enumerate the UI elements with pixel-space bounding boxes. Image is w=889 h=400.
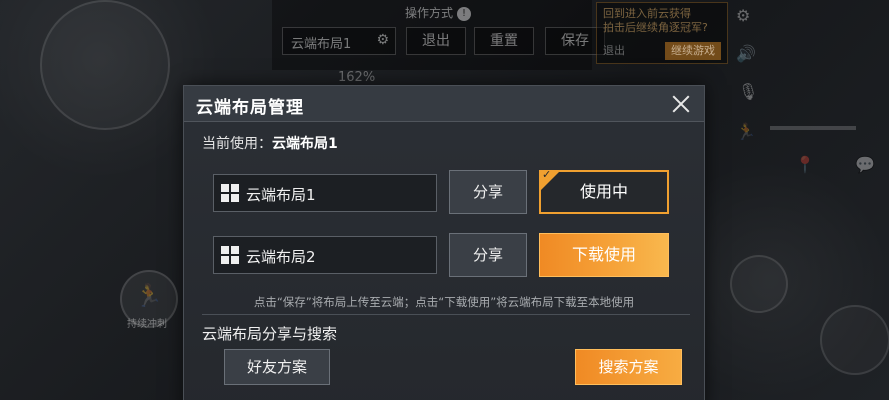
share-button-2[interactable]: 分享 xyxy=(449,233,527,277)
return-exit-button[interactable]: 退出 xyxy=(603,44,625,58)
search-plans-button[interactable]: 搜索方案 xyxy=(575,349,682,385)
speaker-icon[interactable]: 🔊 xyxy=(736,44,756,63)
continue-game-button[interactable]: 继续游戏 xyxy=(665,42,721,60)
mode-label: 操作方式! xyxy=(405,4,472,21)
current-layout-value: 云端布局1 xyxy=(272,136,338,152)
gear-icon[interactable]: ⚙ xyxy=(376,32,389,48)
layout-grid-icon xyxy=(221,246,239,264)
dialog-title: 云端布局管理 xyxy=(196,98,304,118)
return-tip-text: 回到进入前云获得 拍击后继续角逐冠军? xyxy=(603,7,708,34)
divider xyxy=(202,314,690,315)
zoom-percentage: 162% xyxy=(338,70,376,85)
close-icon[interactable] xyxy=(666,89,696,119)
right-action-ring xyxy=(730,255,788,313)
download-use-button[interactable]: 下载使用 xyxy=(539,233,669,277)
mic-icon[interactable]: 🎙 xyxy=(738,82,758,101)
jump-ring xyxy=(820,305,889,375)
return-tip-panel: 回到进入前云获得 拍击后继续角逐冠军? 退出 继续游戏 xyxy=(596,2,728,64)
share-button-1[interactable]: 分享 xyxy=(449,170,527,214)
in-use-label: 使用中 xyxy=(579,182,628,201)
signal-bar xyxy=(770,126,856,130)
layout-slot-1[interactable]: 云端布局1 xyxy=(213,174,437,212)
info-icon[interactable]: ! xyxy=(457,6,472,21)
check-icon: ✓ xyxy=(542,168,552,181)
share-search-section-title: 云端布局分享与搜索 xyxy=(202,325,338,343)
top-reset-button[interactable]: 重置 xyxy=(474,27,534,55)
layout-slot-name: 云端布局2 xyxy=(246,248,316,266)
top-layout-select[interactable]: 云端布局1 ⚙ xyxy=(282,27,396,55)
settings-icon[interactable]: ⚙ xyxy=(736,6,750,25)
chat-icon[interactable]: 💬 xyxy=(855,155,875,174)
layout-grid-icon xyxy=(221,184,239,202)
run-icon[interactable]: 🏃 xyxy=(736,122,756,141)
layout-slot-2[interactable]: 云端布局2 xyxy=(213,236,437,274)
layout-slot-name: 云端布局1 xyxy=(246,186,316,204)
cloud-layout-dialog: 云端布局管理 当前使用：云端布局1 云端布局1 分享 ✓ 使用中 云端布局2 分… xyxy=(183,85,705,400)
dialog-header: 云端布局管理 xyxy=(184,86,704,122)
current-layout-row: 当前使用：云端布局1 xyxy=(202,133,338,153)
in-use-button[interactable]: ✓ 使用中 xyxy=(539,168,669,214)
sprint-label: 持续冲刺 xyxy=(127,319,167,330)
current-layout-label: 当前使用： xyxy=(202,136,272,152)
game-screen: 操作方式! 云端布局1 ⚙ 退出 重置 保存 162% 回到进入前云获得 拍击后… xyxy=(0,0,889,400)
joystick-ring xyxy=(40,0,170,130)
location-pin-icon[interactable]: 📍 xyxy=(795,155,815,174)
hint-text: 点击“保存”将布局上传至云端；点击“下载使用”将云端布局下载至本地使用 xyxy=(253,295,635,309)
top-exit-button[interactable]: 退出 xyxy=(406,27,466,55)
friend-plans-button[interactable]: 好友方案 xyxy=(224,349,330,385)
